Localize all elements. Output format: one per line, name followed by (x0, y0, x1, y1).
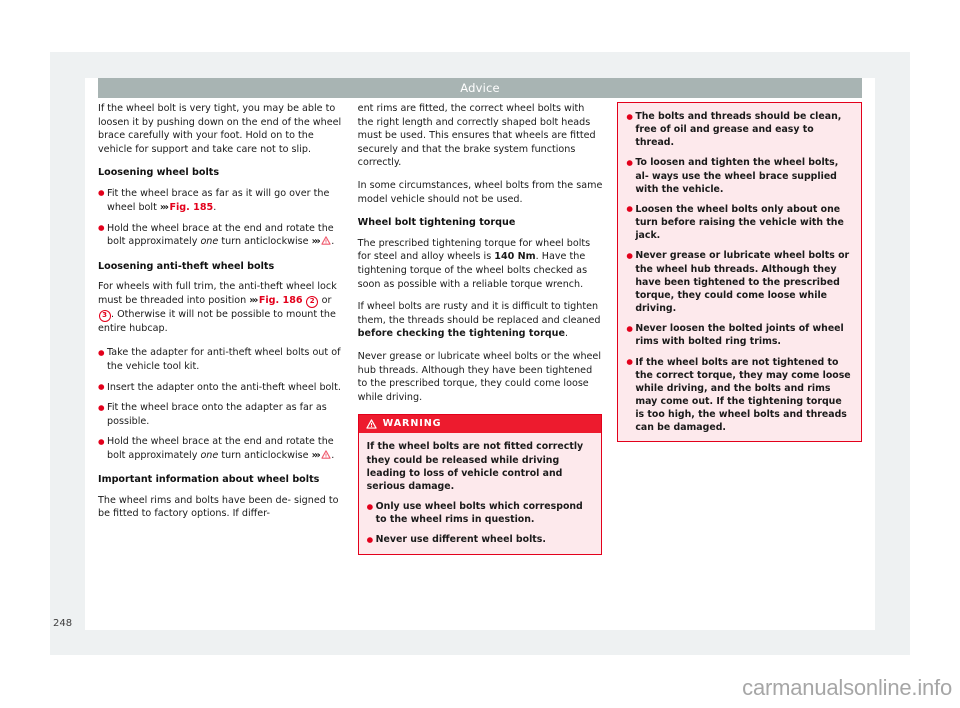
list-item: Fit the wheel brace as far as it will go… (98, 186, 343, 215)
bullet1-tail: . (213, 201, 217, 213)
list-item: Fit the wheel brace onto the adapter as … (98, 401, 343, 428)
column-right: The bolts and threads should be clean, f… (617, 102, 863, 555)
bullet1-text: Fit the wheel brace as far as it will go… (107, 187, 330, 213)
torque-paragraph: The prescribed tightening torque for whe… (358, 237, 603, 291)
grease-paragraph: Never grease or lubricate wheel bolts or… (357, 351, 601, 403)
torque-value: 140 Nm (494, 251, 536, 263)
bullet6-emphasis: one (200, 450, 219, 462)
bullet2-post: turn anticlockwise (218, 236, 309, 248)
warning-box-header: WARNING (358, 415, 602, 434)
rusty-emphasis: before checking the tightening torque (357, 328, 566, 340)
callout-number-3: 3 (98, 309, 111, 322)
heading-tightening-torque: Wheel bolt tightening torque (357, 217, 516, 229)
column-middle: ent rims are fitted, the correct wheel b… (357, 102, 603, 555)
bullet2-tail: . (331, 236, 335, 248)
warning-box-body: If the wheel bolts are not fitted correc… (359, 433, 602, 553)
triple-chevron-icon: ››› (311, 450, 321, 462)
warning-intro: If the wheel bolts are not fitted correc… (366, 441, 584, 492)
warning-triangle-icon (366, 419, 377, 429)
list-item: Take the adapter for anti-theft wheel bo… (98, 346, 343, 373)
rusty-pre: If wheel bolts are rusty and it is diffi… (357, 301, 601, 326)
warning-triangle-icon (321, 236, 331, 246)
figure-reference-link[interactable]: Fig. 186 (259, 295, 303, 306)
list-item: Never loosen the bolted joints of wheel … (626, 322, 853, 348)
page-number: 248 (53, 618, 73, 629)
warning-label: WARNING (382, 418, 442, 430)
triple-chevron-icon: ››› (311, 236, 321, 248)
list-item: To loosen and tighten the wheel bolts, a… (626, 156, 853, 195)
rusty-post: . (565, 328, 569, 340)
warning-box-continued: The bolts and threads should be clean, f… (617, 102, 863, 443)
list-item: Only use wheel bolts which correspond to… (367, 500, 594, 526)
list-item: Insert the adapter onto the anti-theft w… (98, 380, 343, 395)
rusty-bolts-paragraph: If wheel bolts are rusty and it is diffi… (358, 300, 603, 341)
antitheft-paragraph: For wheels with full trim, the anti-thef… (98, 280, 343, 335)
figure-reference-link[interactable]: Fig. 185 (169, 202, 213, 213)
list-item: The bolts and threads should be clean, f… (626, 109, 853, 149)
warning-box: WARNING If the wheel bolts are not fitte… (357, 414, 603, 555)
continuation-paragraph: ent rims are fitted, the correct wheel b… (357, 103, 596, 169)
triple-chevron-icon: ››› (249, 294, 258, 306)
site-watermark: carmanualsonline.info (742, 675, 952, 700)
bullet6-post: turn anticlockwise (218, 450, 309, 462)
callout-number-2: 2 (306, 295, 319, 308)
warning-box-continued-body: The bolts and threads should be clean, f… (618, 103, 861, 441)
important-paragraph: The wheel rims and bolts have been de- s… (98, 494, 339, 520)
list-item: Hold the wheel brace at the end and rota… (98, 435, 343, 463)
page-header-title: Advice (460, 81, 500, 95)
heading-loosening-antitheft-bolts: Loosening anti-theft wheel bolts (98, 260, 275, 272)
manual-page-sheet: Advice If the wheel bolt is very tight, … (85, 78, 875, 630)
heading-important-information: Important information about wheel bolts (98, 474, 320, 486)
intro-paragraph: If the wheel bolt is very tight, you may… (98, 103, 342, 155)
antitheft-post: . Otherwise it will not be possible to m… (98, 308, 336, 334)
list-item: Hold the wheel brace at the end and rota… (98, 221, 343, 250)
list-item: Never grease or lubricate wheel bolts or… (626, 249, 853, 315)
circumstances-paragraph: In some circumstances, wheel bolts from … (357, 180, 603, 205)
page-header-bar: Advice (98, 78, 862, 98)
list-item: Never use different wheel bolts. (367, 533, 594, 547)
warning-triangle-icon (321, 450, 331, 459)
antitheft-or: or (318, 294, 332, 306)
column-left: If the wheel bolt is very tight, you may… (98, 102, 343, 555)
bullet6-tail: . (331, 450, 335, 462)
bullet2-emphasis: one (200, 236, 219, 248)
list-item: If the wheel bolts are not tightened to … (626, 355, 853, 435)
list-item: Loosen the wheel bolts only about one tu… (626, 202, 853, 242)
heading-loosening-wheel-bolts: Loosening wheel bolts (98, 167, 220, 179)
page-columns: If the wheel bolt is very tight, you may… (98, 102, 863, 555)
